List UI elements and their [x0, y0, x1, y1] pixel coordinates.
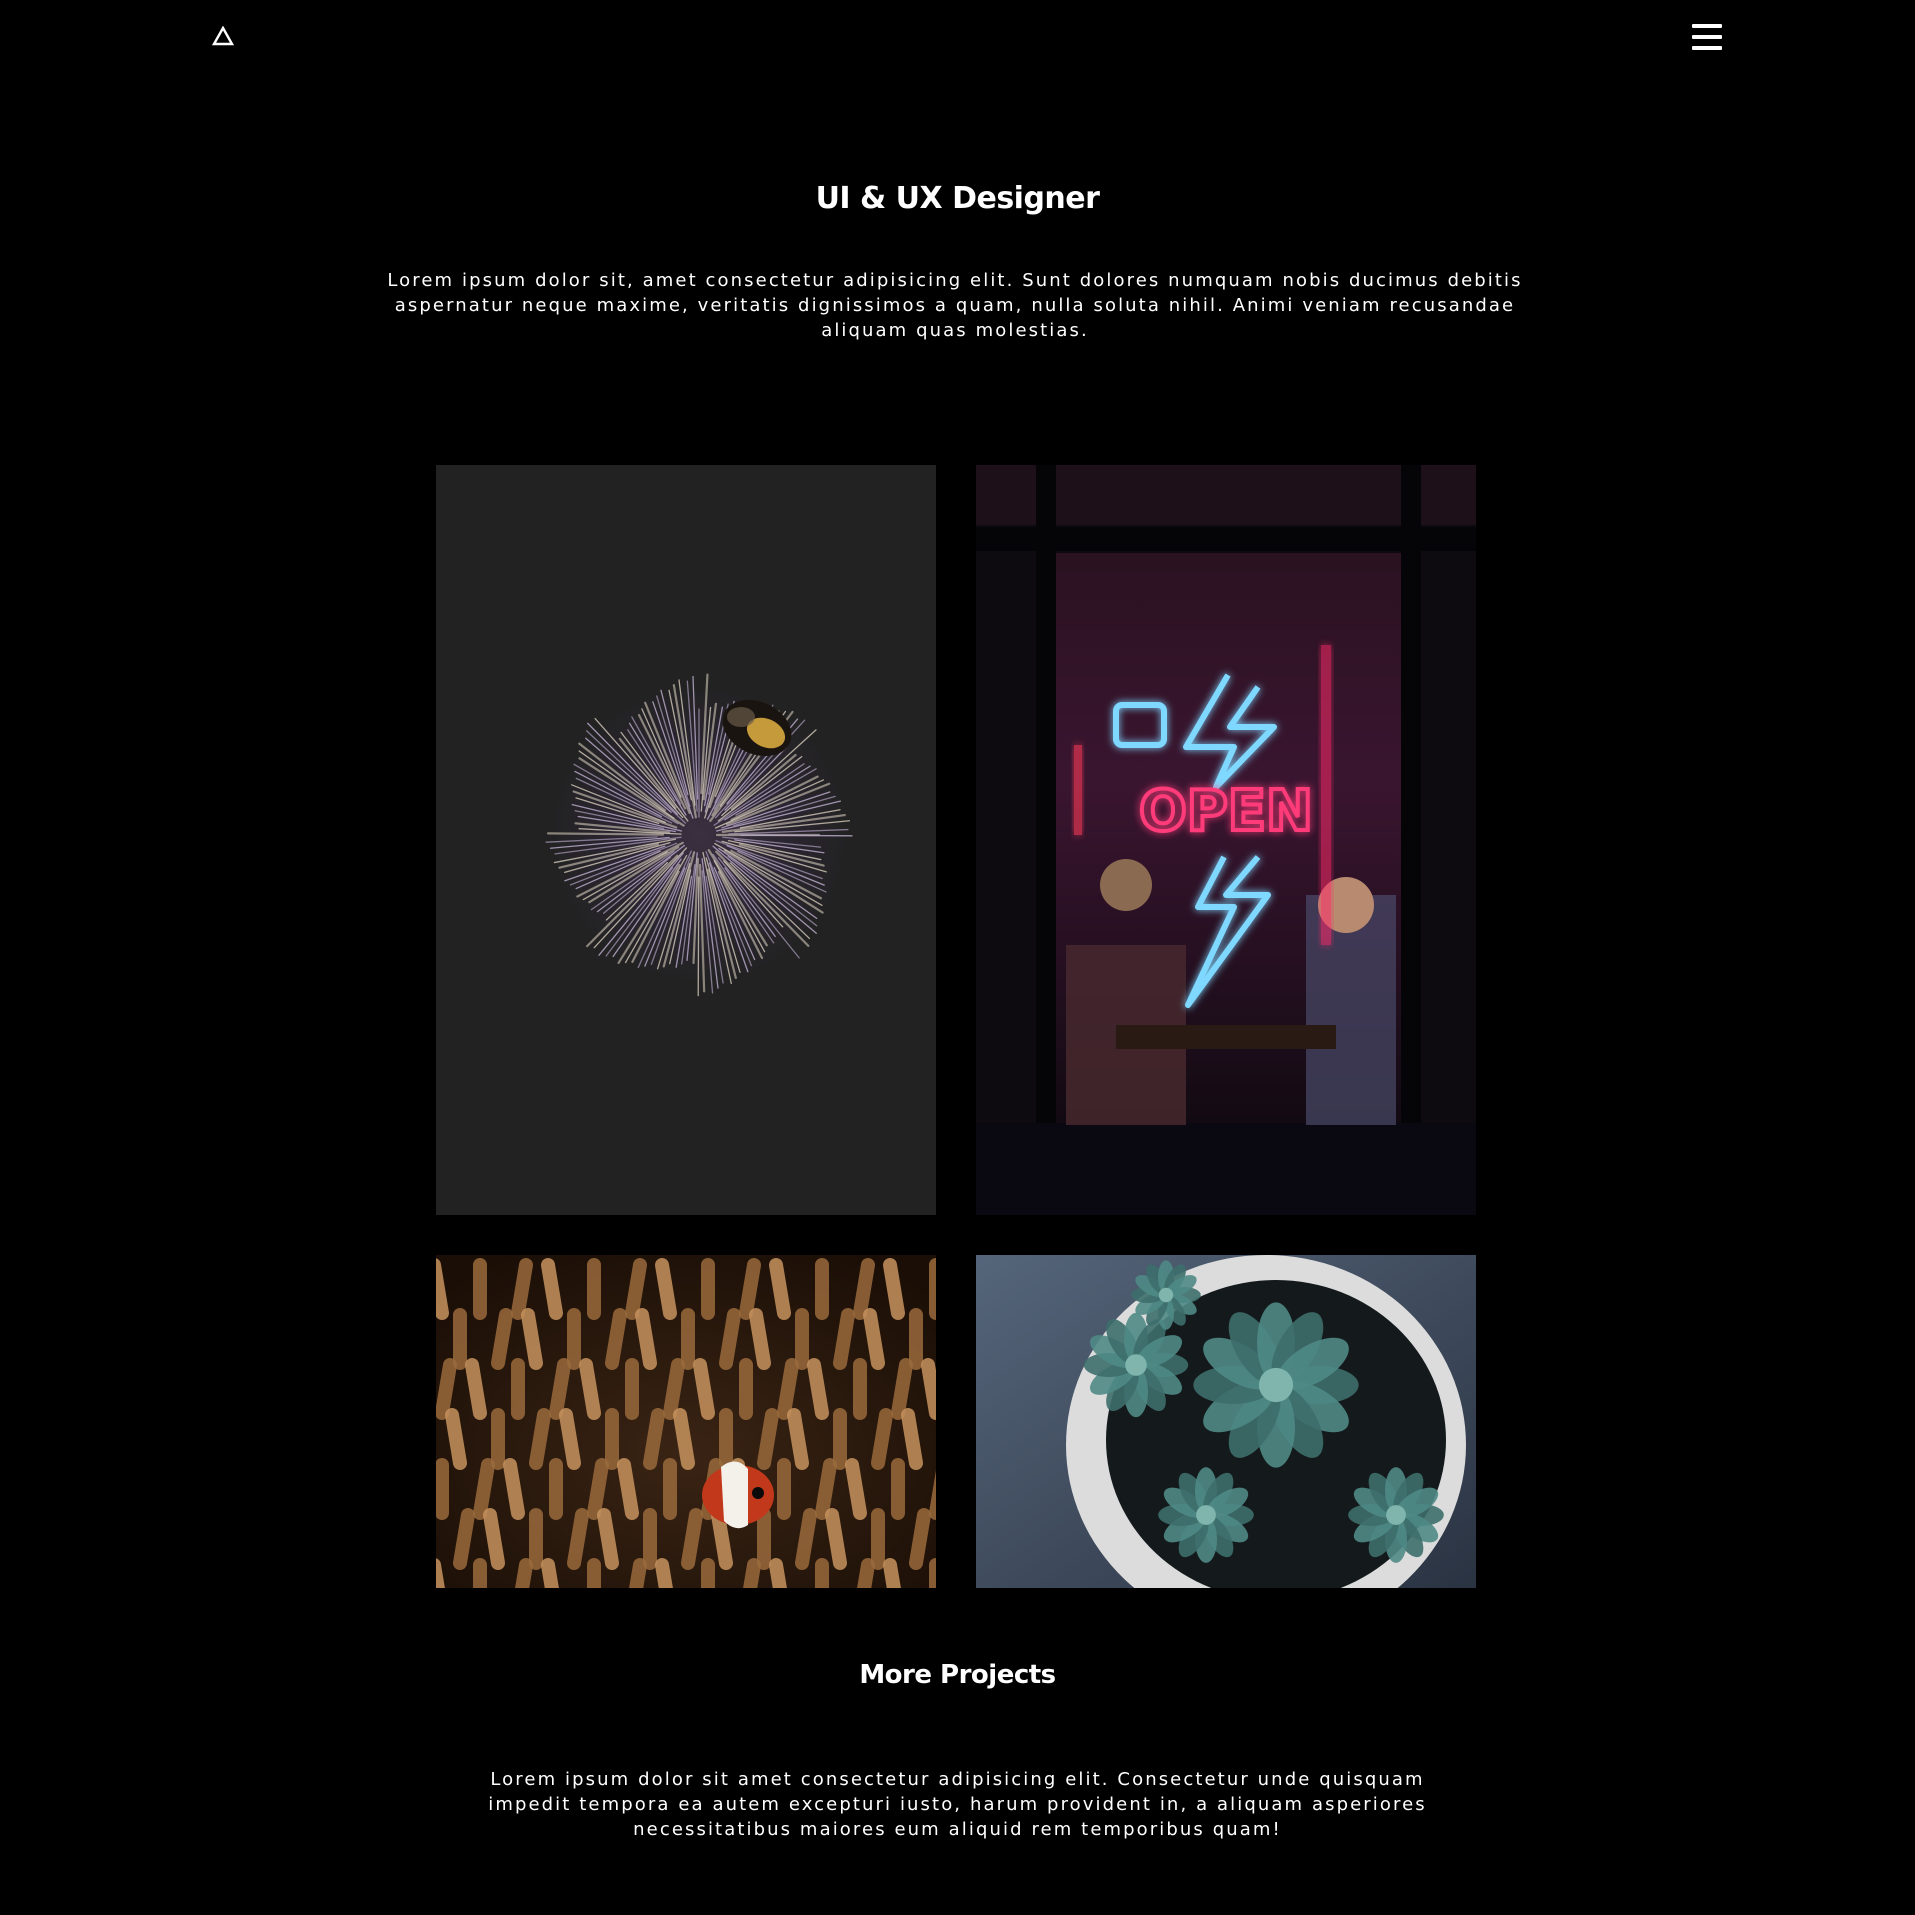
gallery-item-neon-sign[interactable]: OPEN [976, 465, 1476, 1215]
neon-open-sign-image: OPEN [976, 465, 1476, 1215]
intro-paragraph: Lorem ipsum dolor sit, amet consectetur … [387, 270, 1523, 341]
page-title: UI & UX Designer [815, 181, 1100, 216]
bee-on-flower-image [436, 465, 936, 1215]
succulent-pot-image [976, 1255, 1476, 1588]
triangle-logo-icon[interactable] [212, 26, 234, 46]
hamburger-menu-icon[interactable] [1692, 24, 1722, 50]
clownfish-anemone-image [436, 1255, 936, 1588]
more-projects-title: More Projects [859, 1660, 1056, 1690]
more-projects-paragraph: Lorem ipsum dolor sit amet consectetur a… [488, 1769, 1427, 1840]
gallery-item-clownfish[interactable] [436, 1255, 936, 1588]
gallery-item-bee-flower[interactable] [436, 465, 936, 1215]
gallery-item-succulent[interactable] [976, 1255, 1476, 1588]
neon-open-text: OPEN [1139, 779, 1313, 844]
